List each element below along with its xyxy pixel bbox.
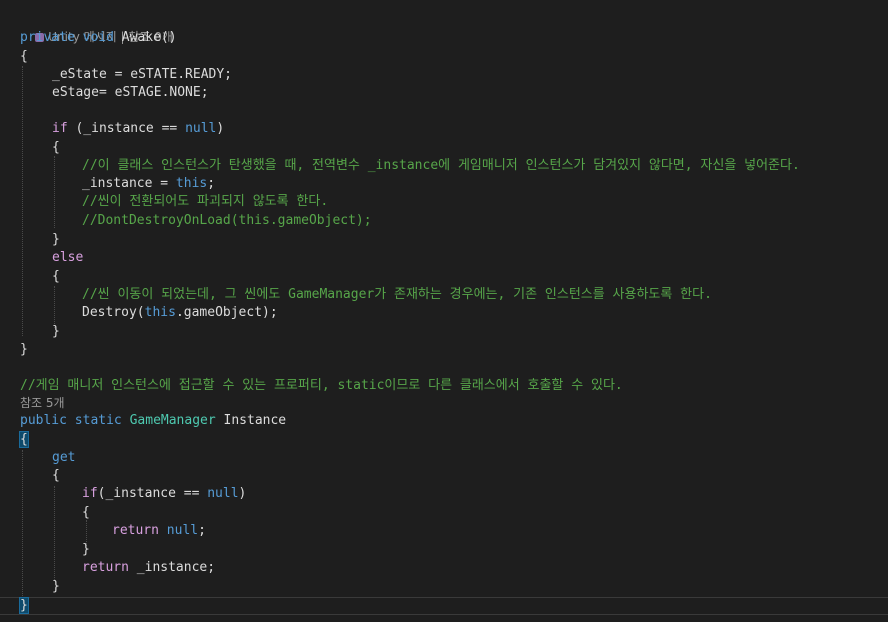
indent-guide: [22, 66, 23, 336]
code-line[interactable]: _eState = eSTATE.READY;: [52, 66, 232, 84]
indent-guide: [54, 156, 55, 228]
code-line[interactable]: }: [52, 323, 60, 341]
code-line[interactable]: else: [52, 249, 83, 267]
code-comment[interactable]: //씬이 전환되어도 파괴되지 않도록 한다.: [82, 193, 328, 211]
code-line[interactable]: {: [19, 431, 29, 449]
code-line[interactable]: return _instance;: [82, 559, 215, 577]
code-line[interactable]: {: [52, 467, 60, 485]
code-line[interactable]: }: [52, 578, 60, 596]
code-line[interactable]: if(_instance == null): [82, 485, 246, 503]
indent-guide: [54, 486, 55, 580]
current-line-highlight: [0, 597, 888, 615]
code-comment[interactable]: //이 클래스 인스턴스가 탄생했을 때, 전역변수 _instance에 게임…: [82, 157, 800, 175]
code-line[interactable]: {: [20, 48, 28, 66]
code-comment[interactable]: //게임 매니저 인스턴스에 접근할 수 있는 프로퍼티, static이므로 …: [20, 377, 623, 395]
code-editor[interactable]: Unity 메시지 | 참조 0개 private void Awake() {…: [0, 0, 888, 622]
code-line[interactable]: eStage= eSTAGE.NONE;: [52, 84, 209, 102]
code-line[interactable]: public static GameManager Instance: [20, 412, 286, 430]
code-line[interactable]: get: [52, 449, 75, 467]
code-line[interactable]: _instance = this;: [82, 175, 215, 193]
code-line[interactable]: if (_instance == null): [52, 120, 224, 138]
code-comment[interactable]: //DontDestroyOnLoad(this.gameObject);: [82, 212, 372, 230]
codelens-instance[interactable]: 참조 5개: [20, 394, 65, 412]
matched-brace: {: [19, 431, 29, 448]
codelens-awake[interactable]: Unity 메시지 | 참조 0개: [20, 10, 173, 44]
code-line[interactable]: {: [52, 139, 60, 157]
code-line[interactable]: }: [82, 541, 90, 559]
code-line[interactable]: return null;: [112, 522, 206, 540]
code-line[interactable]: {: [52, 268, 60, 286]
indent-guide: [22, 450, 23, 598]
code-line[interactable]: Destroy(this.gameObject);: [82, 304, 278, 322]
code-line[interactable]: }: [52, 231, 60, 249]
code-line[interactable]: }: [19, 597, 29, 615]
code-line[interactable]: private void Awake(): [20, 29, 177, 47]
code-line[interactable]: }: [20, 341, 28, 359]
indent-guide: [54, 286, 55, 328]
code-comment[interactable]: //씬 이동이 되었는데, 그 씬에도 GameManager가 존재하는 경우…: [82, 286, 712, 304]
code-line[interactable]: {: [82, 504, 90, 522]
matched-brace: }: [19, 597, 29, 614]
